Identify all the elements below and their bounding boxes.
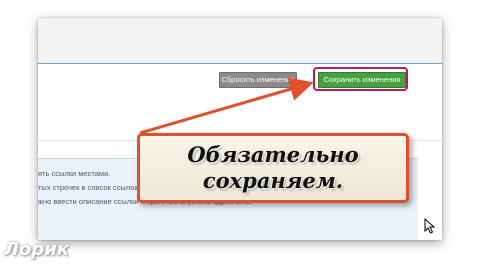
- callout-line-1: Обязательно: [187, 142, 359, 167]
- callout-box: Обязательно сохраняем.: [137, 133, 409, 203]
- watermark: Лорик: [4, 239, 70, 260]
- callout-line-2: сохраняем.: [202, 168, 344, 193]
